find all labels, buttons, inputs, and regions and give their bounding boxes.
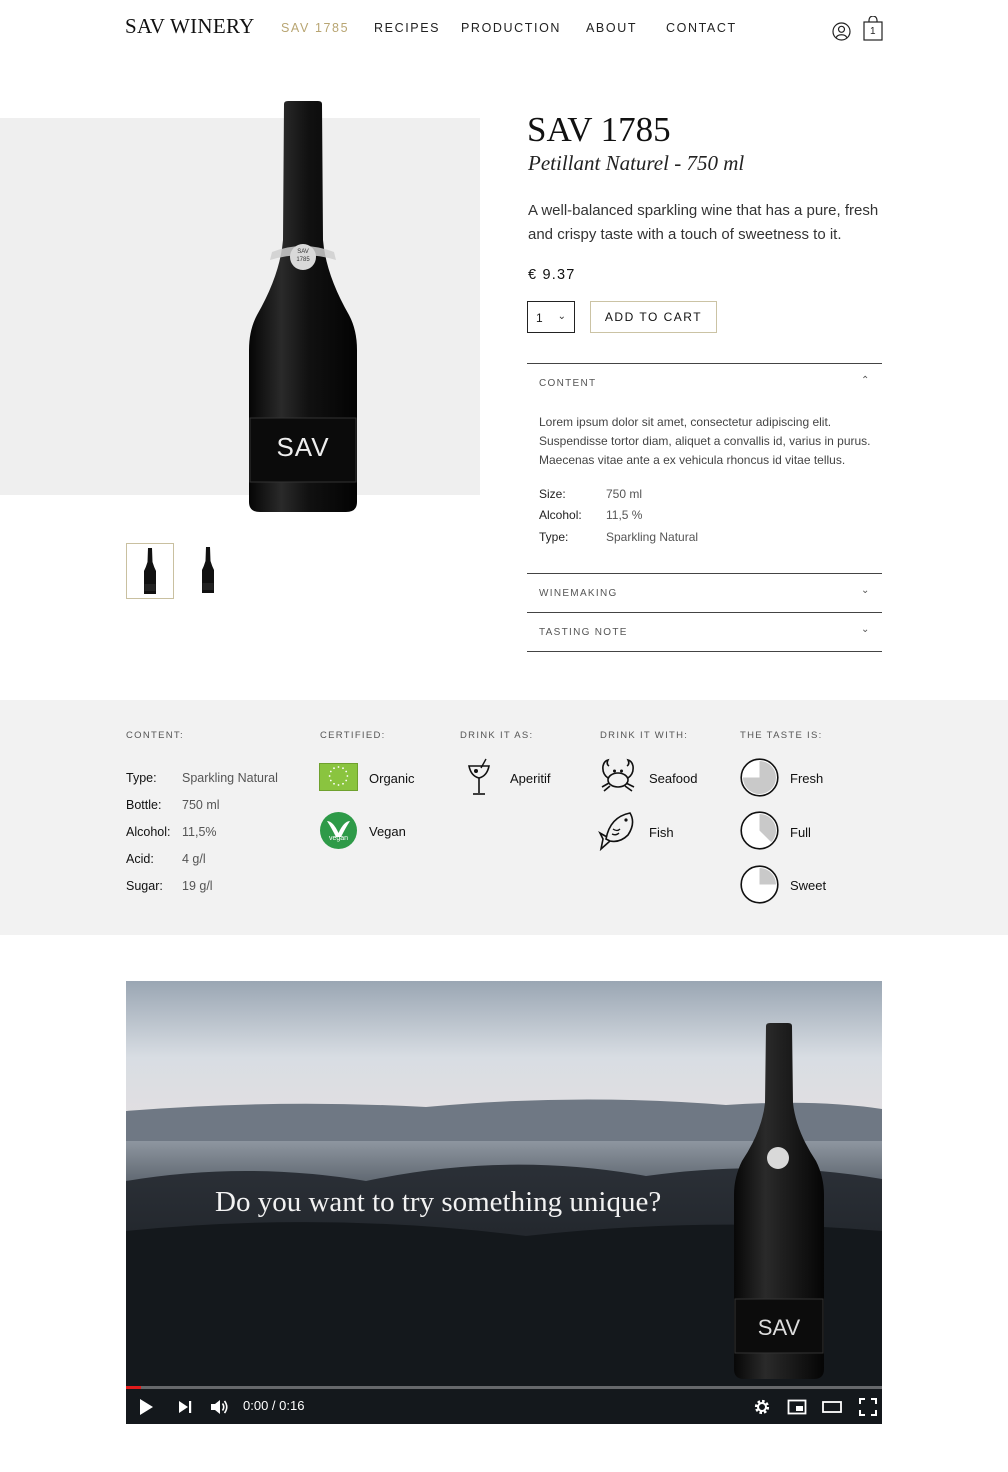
accordion-tasting-header[interactable]: TASTING NOTE — [539, 627, 628, 638]
content-value: 750 ml — [182, 798, 220, 812]
content-value: 4 g/l — [182, 852, 206, 866]
divider — [527, 651, 882, 652]
taste-label: Full — [790, 825, 811, 840]
accordion-winemaking-header[interactable]: WINEMAKING — [539, 588, 618, 599]
product-subtitle: Petillant Naturel - 750 ml — [528, 151, 745, 175]
account-icon[interactable] — [832, 22, 851, 41]
accordion-content-body: Lorem ipsum dolor sit amet, consectetur … — [539, 415, 871, 467]
content-value: 19 g/l — [182, 879, 213, 893]
eu-organic-leaf-icon — [319, 763, 358, 791]
nav-about[interactable]: ABOUT — [586, 21, 637, 35]
spec-value: 750 ml — [606, 487, 643, 501]
drink-as-heading: DRINK IT AS: — [460, 730, 534, 741]
content-label: Alcohol: — [126, 825, 171, 839]
spec-value: Sparkling Natural — [606, 530, 699, 544]
quantity-select[interactable]: 1 ⌄ — [527, 301, 575, 333]
divider — [527, 573, 882, 574]
drink-as-label: Aperitif — [510, 771, 551, 786]
divider — [527, 363, 882, 364]
nav-sav-1785[interactable]: SAV 1785 — [281, 21, 349, 35]
next-icon[interactable] — [175, 1397, 195, 1417]
content-heading: CONTENT: — [126, 730, 184, 741]
nav-recipes[interactable]: RECIPES — [374, 21, 440, 35]
video-bottle-label: SAV — [757, 1315, 801, 1340]
chevron-down-icon[interactable]: ⌄ — [861, 624, 869, 635]
vegan-badge-icon — [320, 812, 357, 849]
taste-heading: THE TASTE IS: — [740, 730, 823, 741]
theater-mode-icon[interactable] — [822, 1397, 842, 1417]
gallery-thumbnail-1[interactable] — [126, 543, 174, 599]
taste-gauge-sweet-icon — [740, 865, 779, 904]
taste-gauge-fresh-icon — [740, 758, 779, 797]
video-time: 0:00 / 0:16 — [243, 1398, 305, 1413]
play-icon[interactable] — [136, 1397, 156, 1417]
taste-label: Fresh — [790, 771, 824, 786]
chevron-down-icon[interactable]: ⌄ — [861, 585, 869, 596]
certified-heading: CERTIFIED: — [320, 730, 386, 741]
spec-label: Type: — [539, 530, 569, 544]
content-label: Acid: — [126, 852, 154, 866]
chevron-down-icon: ⌄ — [557, 311, 566, 322]
drink-with-label: Fish — [649, 825, 674, 840]
gallery-thumbnail-2[interactable] — [185, 543, 233, 599]
taste-label: Sweet — [790, 878, 827, 893]
cart-count: 1 — [870, 26, 876, 37]
spec-label: Size: — [539, 487, 566, 501]
vegan-badge-text: vegan — [328, 835, 349, 842]
gallery-background — [0, 118, 480, 495]
fish-icon — [598, 812, 634, 851]
cart-button[interactable]: 1 — [863, 16, 883, 41]
video-progress-bar[interactable] — [126, 1386, 882, 1389]
content-value: 11,5% — [182, 825, 217, 839]
site-logo[interactable]: SAV WINERY — [125, 14, 255, 39]
content-value: Sparkling Natural — [182, 771, 278, 785]
spec-value: 11,5 % — [606, 508, 643, 522]
product-description: A well-balanced sparkling wine that has … — [528, 202, 879, 243]
drink-with-label: Seafood — [649, 771, 698, 786]
certified-label: Vegan — [369, 824, 406, 839]
divider — [527, 612, 882, 613]
video-caption: Do you want to try something unique? — [215, 1186, 662, 1218]
add-to-cart-button[interactable]: ADD TO CART — [590, 301, 717, 333]
content-label: Type: — [126, 771, 157, 785]
bottle-badge-line2: 1785 — [296, 257, 310, 263]
content-label: Bottle: — [126, 798, 162, 812]
accordion-content-header[interactable]: CONTENT — [539, 378, 596, 389]
fullscreen-icon[interactable] — [858, 1397, 878, 1417]
certified-label: Organic — [369, 771, 415, 786]
nav-contact[interactable]: CONTACT — [666, 21, 737, 35]
bottle-thumbnail-icon — [202, 547, 214, 593]
volume-icon[interactable] — [209, 1397, 229, 1417]
drink-with-heading: DRINK IT WITH: — [600, 730, 689, 741]
cocktail-glass-icon — [468, 758, 490, 795]
miniplayer-icon[interactable] — [787, 1397, 807, 1417]
chevron-up-icon[interactable]: ⌃ — [861, 375, 869, 386]
video-progress-fill — [126, 1386, 142, 1389]
product-title: SAV 1785 — [527, 110, 671, 149]
crab-icon — [601, 758, 635, 792]
settings-gear-icon[interactable] — [752, 1397, 772, 1417]
bottle-label-text: SAV — [276, 432, 330, 462]
bottle-badge-line1: SAV — [297, 249, 309, 255]
content-label: Sugar: — [126, 879, 163, 893]
taste-gauge-full-icon — [740, 811, 779, 850]
nav-production[interactable]: PRODUCTION — [461, 21, 561, 35]
spec-label: Alcohol: — [539, 508, 582, 522]
bottle-thumbnail-icon — [144, 548, 156, 594]
quantity-value: 1 — [536, 311, 543, 325]
product-price: € 9.37 — [528, 267, 576, 283]
